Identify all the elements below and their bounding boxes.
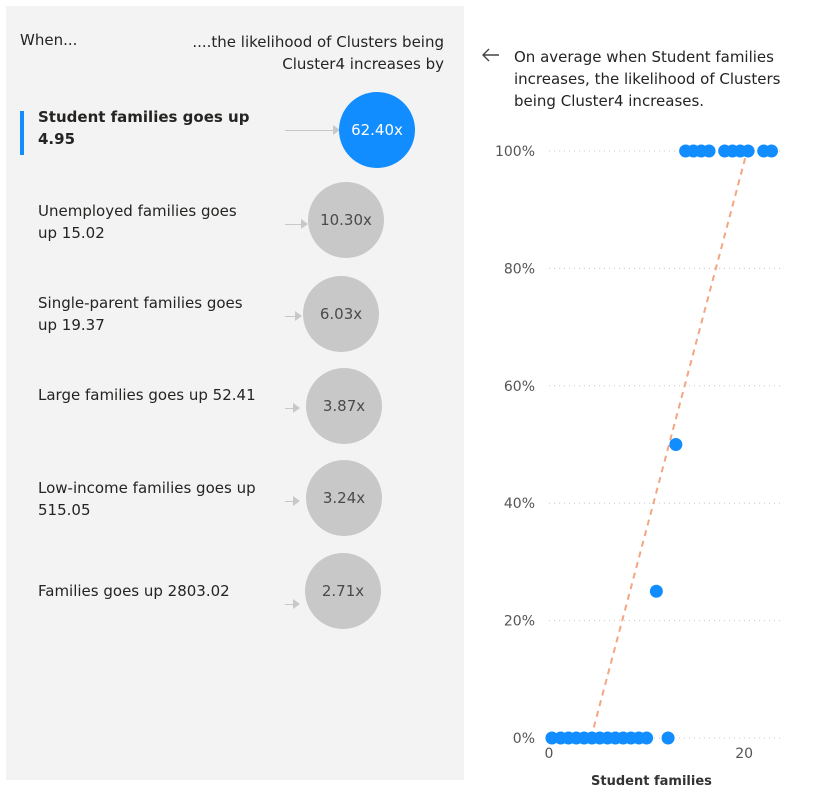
influencer-row-families[interactable]: Families goes up 2803.02 2.71x xyxy=(6,553,464,660)
arrow-right-icon xyxy=(293,496,300,506)
trend-line-layer xyxy=(589,150,749,739)
y-tick-label: 80% xyxy=(504,261,535,277)
arrow-right-icon xyxy=(293,599,300,609)
key-influencers-visual: When... ....the likelihood of Clusters b… xyxy=(0,0,832,790)
x-axis-label: Student families xyxy=(591,774,712,789)
arrow-right-icon xyxy=(295,311,302,321)
influencer-detail-panel: On average when Student families increas… xyxy=(466,18,832,790)
y-tick-label: 40% xyxy=(504,496,535,512)
selection-indicator xyxy=(20,111,24,155)
y-tick-label: 100% xyxy=(495,144,535,160)
factor-bubble: 2.71x xyxy=(305,553,381,629)
arrow-right-icon xyxy=(293,403,300,413)
trend-line xyxy=(589,150,749,739)
influencer-label: Single-parent families goes up 19.37 xyxy=(38,294,243,334)
influencer-label: Families goes up 2803.02 xyxy=(38,582,230,600)
arrow-line xyxy=(285,130,335,131)
arrow-right-icon xyxy=(301,219,308,229)
likelihood-column-header: ....the likelihood of Clusters being Clu… xyxy=(192,33,444,73)
data-point[interactable] xyxy=(764,144,778,158)
data-point[interactable] xyxy=(640,731,654,745)
influencers-list-panel: When... ....the likelihood of Clusters b… xyxy=(6,6,464,780)
influencer-row-unemployed-families[interactable]: Unemployed families goes up 15.02 10.30x xyxy=(6,182,464,280)
when-column-header: When... xyxy=(20,31,78,49)
x-tick-label: 20 xyxy=(735,746,753,762)
data-point[interactable] xyxy=(649,584,663,598)
factor-bubble: 6.03x xyxy=(303,276,379,352)
data-points-layer xyxy=(545,144,778,745)
influencer-label: Large families goes up 52.41 xyxy=(38,386,256,404)
factor-bubble: 3.24x xyxy=(306,460,382,536)
chart-gridlines xyxy=(549,150,782,739)
y-tick-label: 60% xyxy=(504,379,535,395)
factor-bubble: 62.40x xyxy=(339,92,415,168)
y-tick-label: 20% xyxy=(504,614,535,630)
influencer-row-student-families[interactable]: Student families goes up 4.95 62.40x xyxy=(6,92,464,186)
influencer-label: Unemployed families goes up 15.02 xyxy=(38,202,237,242)
x-tick-label: 0 xyxy=(545,746,554,762)
influencer-label: Student families goes up 4.95 xyxy=(38,108,250,148)
y-axis-ticks: 0% 20% 40% 60% 80% 100% xyxy=(495,144,535,747)
x-axis-ticks: 0 20 xyxy=(545,746,754,762)
data-point[interactable] xyxy=(741,144,755,158)
factor-bubble: 10.30x xyxy=(308,182,384,258)
influencer-label: Low-income families goes up 515.05 xyxy=(38,479,256,519)
influencer-row-single-parent-families[interactable]: Single-parent families goes up 19.37 6.0… xyxy=(6,276,464,372)
influencer-row-large-families[interactable]: Large families goes up 52.41 3.87x xyxy=(6,368,464,464)
y-tick-label: 0% xyxy=(513,731,535,747)
factor-bubble: 3.87x xyxy=(306,368,382,444)
data-point[interactable] xyxy=(661,731,675,745)
data-point[interactable] xyxy=(669,438,683,451)
scatter-chart: 0% 20% 40% 60% 80% 100% 0 20 Student families xyxy=(495,144,782,789)
data-point[interactable] xyxy=(702,144,716,158)
influencer-row-low-income-families[interactable]: Low-income families goes up 515.05 3.24x xyxy=(6,460,464,557)
